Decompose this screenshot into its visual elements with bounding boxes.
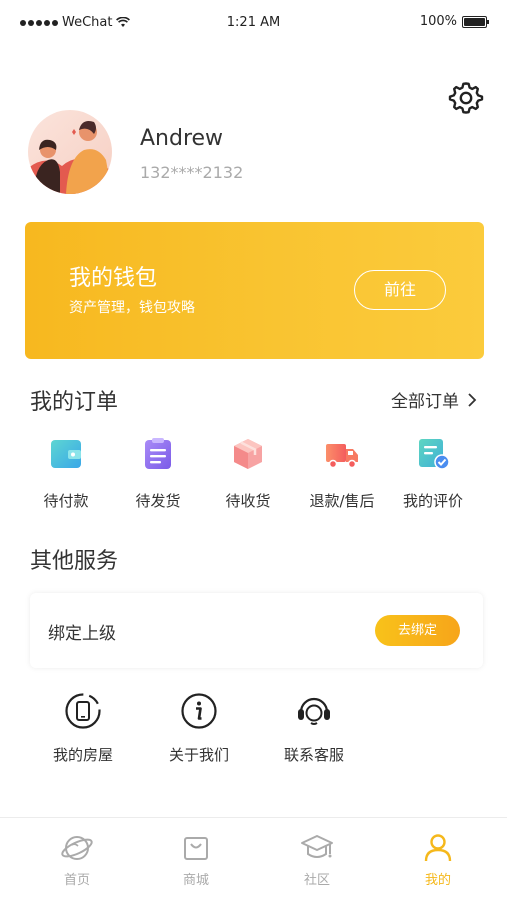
tab-label: 社区 <box>303 873 330 888</box>
user-phone: 132****2132 <box>140 163 244 182</box>
avatar[interactable] <box>28 110 112 194</box>
user-name: Andrew <box>140 126 224 151</box>
shop-icon <box>184 837 208 860</box>
service-contact-support[interactable]: 联系客服 <box>259 692 369 765</box>
bind-superior-card: 绑定上级 去绑定 <box>30 593 483 668</box>
bottom-tab-bar: 首页 商城 社区 我的 <box>0 817 507 900</box>
order-label: 待收货 <box>225 492 271 510</box>
planet-icon <box>61 836 93 860</box>
order-my-reviews[interactable]: 我的评价 <box>388 436 478 511</box>
user-icon <box>424 834 452 862</box>
bind-superior-label: 绑定上级 <box>48 624 116 644</box>
tab-community[interactable]: 社区 <box>282 832 352 888</box>
order-label: 我的评价 <box>402 492 463 510</box>
graduation-cap-icon <box>301 835 333 858</box>
all-orders-label: 全部订单 <box>391 392 459 412</box>
tab-label: 商城 <box>182 873 209 888</box>
tab-mine[interactable]: 我的 <box>403 832 473 888</box>
tab-label: 我的 <box>424 873 451 888</box>
service-label: 我的房屋 <box>52 746 113 764</box>
tab-shop[interactable]: 商城 <box>161 832 231 888</box>
orders-title: 我的订单 <box>30 390 119 415</box>
tab-home[interactable]: 首页 <box>42 832 112 888</box>
status-battery: 100% <box>419 14 489 29</box>
battery-icon <box>462 15 489 28</box>
avatar-illustration <box>28 110 112 194</box>
bind-button[interactable]: 去绑定 <box>375 615 460 646</box>
order-label: 待付款 <box>43 492 89 510</box>
wallet-subtitle: 资产管理，钱包攻略 <box>69 300 195 316</box>
all-orders-link[interactable]: 全部订单 <box>391 387 477 412</box>
truck-icon <box>326 444 358 469</box>
clipboard-icon <box>145 438 171 469</box>
tab-label: 首页 <box>63 873 90 888</box>
service-label: 关于我们 <box>168 746 229 764</box>
order-pending-receipt[interactable]: 待收货 <box>203 436 293 511</box>
settings-gear-icon[interactable] <box>448 80 484 116</box>
service-about-us[interactable]: 关于我们 <box>144 692 254 765</box>
order-refund[interactable]: 退款/售后 <box>297 436 387 511</box>
wallet-title: 我的钱包 <box>69 266 158 291</box>
services-title: 其他服务 <box>30 549 119 574</box>
package-icon <box>234 439 262 469</box>
order-pending-shipment[interactable]: 待发货 <box>113 436 203 511</box>
house-device-icon <box>65 693 101 729</box>
status-bar: WeChat 1:21 AM 100% <box>0 0 507 46</box>
wallet-card[interactable]: 我的钱包 资产管理，钱包攻略 前往 <box>25 222 484 359</box>
info-icon <box>181 693 217 729</box>
wallet-icon <box>51 440 81 468</box>
battery-percent: 100% <box>419 14 457 29</box>
order-label: 待发货 <box>135 492 181 510</box>
chevron-right-icon <box>468 392 477 407</box>
review-icon <box>419 439 450 470</box>
headset-icon <box>298 697 330 725</box>
order-pending-payment[interactable]: 待付款 <box>21 436 111 511</box>
order-label: 退款/售后 <box>309 492 375 510</box>
service-label: 联系客服 <box>283 746 344 764</box>
wallet-go-button[interactable]: 前往 <box>354 270 446 310</box>
service-my-house[interactable]: 我的房屋 <box>28 692 138 765</box>
